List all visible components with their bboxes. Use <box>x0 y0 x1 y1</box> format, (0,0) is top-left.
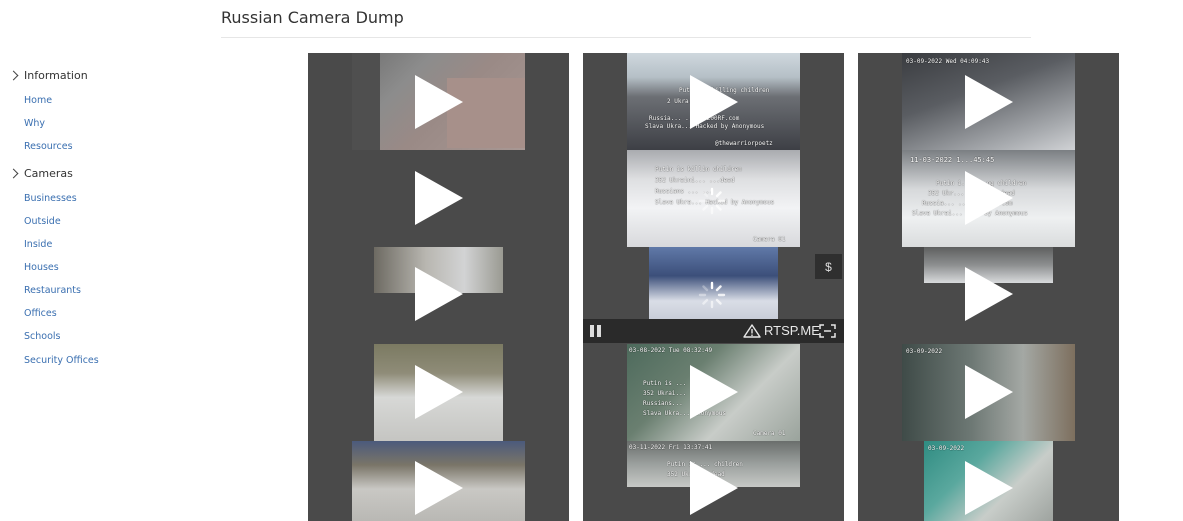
sidebar-item-businesses[interactable]: Businesses <box>24 193 77 204</box>
play-icon[interactable] <box>965 171 1013 225</box>
play-icon[interactable] <box>965 267 1013 321</box>
sidebar-item-offices[interactable]: Offices <box>24 308 57 319</box>
loading-spinner-icon <box>698 187 726 215</box>
play-icon[interactable] <box>415 75 463 129</box>
sidebar-item-outside[interactable]: Outside <box>24 216 61 227</box>
rtsp-brand[interactable]: RTSP.ME <box>743 323 820 338</box>
camera-column-3: 03-09-2022 Wed 04:09:43 11-03-2022 1...4… <box>858 53 1119 521</box>
play-icon[interactable] <box>690 365 738 419</box>
pause-icon[interactable] <box>590 325 602 337</box>
play-icon[interactable] <box>965 75 1013 129</box>
donate-button[interactable]: $ <box>815 254 842 279</box>
play-icon[interactable] <box>690 75 738 129</box>
camera-column-1 <box>308 53 569 521</box>
play-icon[interactable] <box>965 461 1013 515</box>
brand-label: RTSP.ME <box>764 323 820 338</box>
sidebar-item-home[interactable]: Home <box>24 95 52 106</box>
play-icon[interactable] <box>415 365 463 419</box>
player-control-bar: RTSP.ME <box>583 319 844 343</box>
play-icon[interactable] <box>690 461 738 515</box>
sidebar-item-why[interactable]: Why <box>24 118 45 129</box>
sidebar-item-restaurants[interactable]: Restaurants <box>24 285 81 296</box>
sidebar-group-label: Information <box>24 69 88 82</box>
title-divider <box>221 37 1031 38</box>
play-icon[interactable] <box>965 365 1013 419</box>
sidebar-group-label: Cameras <box>24 167 73 180</box>
camera-column-2: Putin is killing children 2 Ukra... ...d… <box>583 53 844 521</box>
cloud-upload-icon <box>743 323 761 338</box>
chevron-right-icon <box>8 168 19 179</box>
play-icon[interactable] <box>415 461 463 515</box>
loading-spinner-icon <box>698 281 726 309</box>
page-title: Russian Camera Dump <box>221 8 404 27</box>
sidebar-item-inside[interactable]: Inside <box>24 239 52 250</box>
sidebar-group-cameras[interactable]: Cameras <box>8 167 73 180</box>
play-icon[interactable] <box>415 171 463 225</box>
sidebar-group-information[interactable]: Information <box>8 69 88 82</box>
sidebar-item-security-offices[interactable]: Security Offices <box>24 355 99 366</box>
chevron-right-icon <box>8 70 19 81</box>
fullscreen-icon[interactable] <box>819 324 836 338</box>
play-icon[interactable] <box>415 267 463 321</box>
sidebar-item-resources[interactable]: Resources <box>24 141 73 152</box>
sidebar-item-houses[interactable]: Houses <box>24 262 59 273</box>
sidebar-item-schools[interactable]: Schools <box>24 331 61 342</box>
